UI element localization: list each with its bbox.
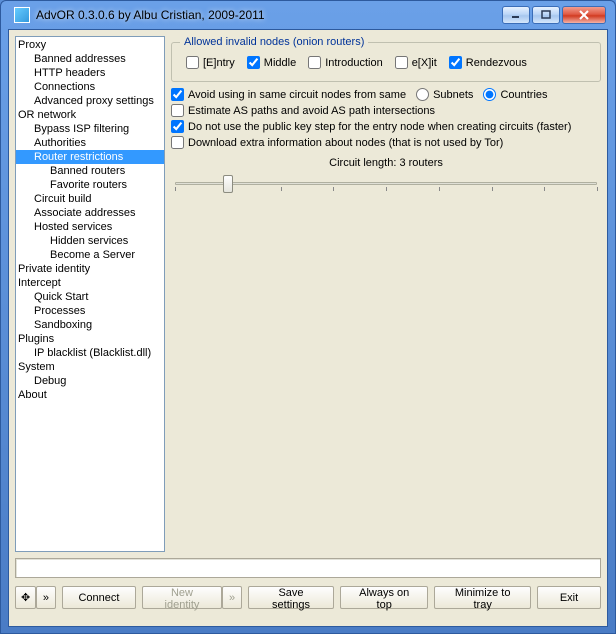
estimate-as-checkbox[interactable]: Estimate AS paths and avoid AS path inte… (171, 104, 435, 117)
tree-item[interactable]: Associate addresses (16, 206, 164, 220)
tree-item[interactable]: Hosted services (16, 220, 164, 234)
tree-item[interactable]: Processes (16, 304, 164, 318)
tree-item[interactable]: Sandboxing (16, 318, 164, 332)
tree-item[interactable]: Intercept (16, 276, 164, 290)
slider-thumb[interactable] (223, 175, 233, 193)
exit-checkbox[interactable]: e[X]it (395, 56, 437, 69)
tree-item[interactable]: Proxy (16, 38, 164, 52)
save-settings-button[interactable]: Save settings (248, 586, 334, 609)
tree-item[interactable]: OR network (16, 108, 164, 122)
extra-info-checkbox[interactable]: Download extra information about nodes (… (171, 136, 503, 149)
allowed-invalid-nodes-group: Allowed invalid nodes (onion routers) [E… (171, 36, 601, 82)
countries-radio[interactable]: Countries (483, 88, 547, 101)
app-window: AdvOR 0.3.0.6 by Albu Cristian, 2009-201… (0, 0, 616, 634)
tree-item[interactable]: Private identity (16, 262, 164, 276)
tree-item[interactable]: Circuit build (16, 192, 164, 206)
avoid-same-checkbox[interactable]: Avoid using in same circuit nodes from s… (171, 88, 406, 101)
tree-item[interactable]: System (16, 360, 164, 374)
button-bar: ✥ » Connect New identity » Save settings… (15, 586, 601, 609)
tree-item[interactable]: About (16, 388, 164, 402)
settings-panel: Allowed invalid nodes (onion routers) [E… (171, 36, 601, 552)
tree-item[interactable]: Connections (16, 80, 164, 94)
no-pubkey-checkbox[interactable]: Do not use the public key step for the e… (171, 120, 571, 133)
middle-checkbox[interactable]: Middle (247, 56, 296, 69)
minimize-to-tray-button[interactable]: Minimize to tray (434, 586, 531, 609)
introduction-checkbox[interactable]: Introduction (308, 56, 382, 69)
new-identity-button[interactable]: New identity (142, 586, 222, 609)
tree-item[interactable]: Bypass ISP filtering (16, 122, 164, 136)
titlebar[interactable]: AdvOR 0.3.0.6 by Albu Cristian, 2009-201… (8, 1, 608, 29)
tree-item[interactable]: Plugins (16, 332, 164, 346)
always-on-top-button[interactable]: Always on top (340, 586, 428, 609)
tree-item[interactable]: Quick Start (16, 290, 164, 304)
nav-tree[interactable]: ProxyBanned addressesHTTP headersConnect… (15, 36, 165, 552)
tree-item[interactable]: Hidden services (16, 234, 164, 248)
subnets-radio[interactable]: Subnets (416, 88, 473, 101)
connect-button[interactable]: Connect (62, 586, 136, 609)
tree-item[interactable]: Become a Server (16, 248, 164, 262)
window-title: AdvOR 0.3.0.6 by Albu Cristian, 2009-201… (36, 8, 502, 22)
maximize-button[interactable] (532, 6, 560, 24)
client-area: ProxyBanned addressesHTTP headersConnect… (8, 29, 608, 627)
rendezvous-checkbox[interactable]: Rendezvous (449, 56, 527, 69)
exit-button[interactable]: Exit (537, 586, 601, 609)
tree-item[interactable]: HTTP headers (16, 66, 164, 80)
tree-item[interactable]: Advanced proxy settings (16, 94, 164, 108)
window-buttons (502, 6, 606, 24)
circuit-length-label: Circuit length: 3 routers (171, 157, 601, 169)
tree-item[interactable]: Banned addresses (16, 52, 164, 66)
tree-item[interactable]: Authorities (16, 136, 164, 150)
tree-item[interactable]: Favorite routers (16, 178, 164, 192)
minimize-button[interactable] (502, 6, 530, 24)
move-button[interactable]: ✥ (15, 586, 36, 609)
tree-item[interactable]: Debug (16, 374, 164, 388)
tree-item[interactable]: Router restrictions (16, 150, 164, 164)
circuit-length-slider[interactable] (175, 173, 597, 195)
new-identity-more-button[interactable]: » (222, 586, 242, 609)
tree-item[interactable]: Banned routers (16, 164, 164, 178)
status-bar (15, 558, 601, 578)
group-legend: Allowed invalid nodes (onion routers) (180, 36, 368, 48)
move-more-button[interactable]: » (36, 586, 56, 609)
entry-checkbox[interactable]: [E]ntry (186, 56, 235, 69)
app-icon (14, 7, 30, 23)
close-button[interactable] (562, 6, 606, 24)
slider-track (175, 182, 597, 185)
tree-item[interactable]: IP blacklist (Blacklist.dll) (16, 346, 164, 360)
